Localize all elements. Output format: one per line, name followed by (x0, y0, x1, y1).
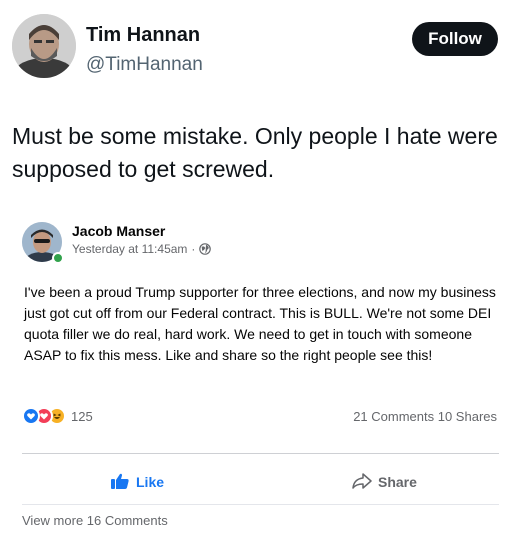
share-button[interactable]: Share (352, 470, 417, 494)
divider (22, 453, 499, 454)
fb-timestamp[interactable]: Yesterday at 11:45am (72, 242, 187, 256)
share-icon (352, 472, 372, 493)
follow-button[interactable]: Follow (412, 22, 498, 56)
author-avatar[interactable] (12, 14, 76, 78)
reactions-summary[interactable]: 125 (22, 407, 93, 425)
fb-post-body: I've been a proud Trump supporter for th… (24, 284, 496, 363)
care-icon (22, 407, 40, 425)
divider (22, 504, 499, 505)
embedded-facebook-post: Jacob Manser Yesterday at 11:45am · I've… (10, 208, 511, 540)
like-button[interactable]: Like (110, 470, 164, 494)
author-name[interactable]: Tim Hannan (86, 24, 200, 47)
view-more-comments-link[interactable]: View more 16 Comments (22, 513, 168, 528)
author-handle[interactable]: @TimHannan (86, 54, 203, 76)
meta-separator: · (191, 242, 196, 256)
share-label: Share (378, 474, 417, 490)
comments-shares-count[interactable]: 21 Comments 10 Shares (353, 409, 497, 424)
avatar-photo (12, 14, 76, 78)
fb-author-name[interactable]: Jacob Manser (72, 223, 165, 239)
thumbs-up-icon (110, 472, 130, 493)
globe-icon (199, 243, 212, 255)
fb-post-meta: Yesterday at 11:45am · (72, 242, 212, 256)
tweet-text: Must be some mistake. Only people I hate… (12, 123, 498, 182)
like-label: Like (136, 474, 165, 490)
reaction-count: 125 (71, 408, 93, 424)
online-status-dot (52, 252, 64, 264)
